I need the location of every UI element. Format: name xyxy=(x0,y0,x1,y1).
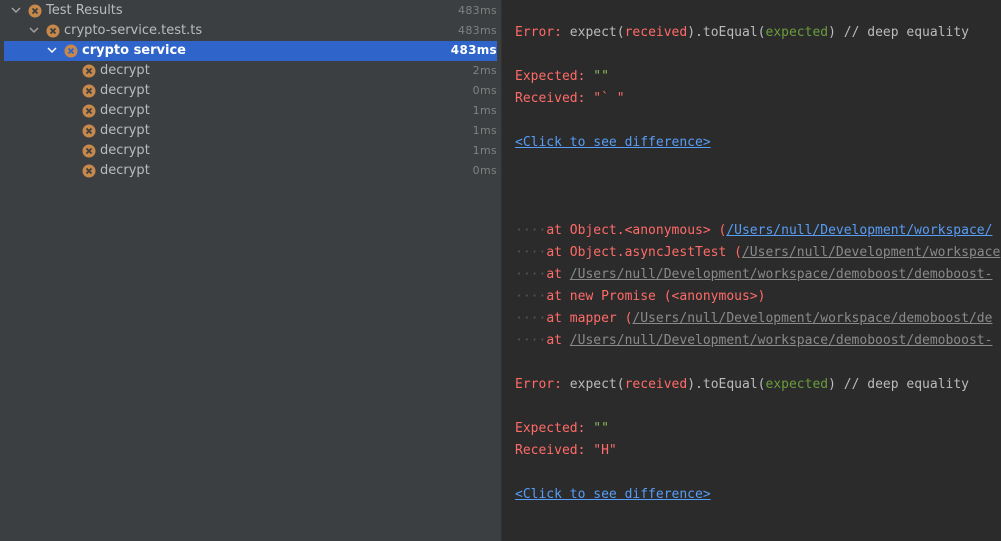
test-duration: 1ms xyxy=(472,104,497,117)
test-duration: 1ms xyxy=(472,144,497,157)
failed-test-icon xyxy=(82,144,96,158)
failed-test-icon xyxy=(82,124,96,138)
failed-test-icon xyxy=(82,164,96,178)
stack-frame: at xyxy=(546,333,570,348)
error-line: Error: expect(received).toEqual(expected… xyxy=(515,377,969,395)
tree-row-test-results[interactable]: Test Results 483ms xyxy=(4,1,497,21)
error-expected-token: expected xyxy=(765,377,829,392)
test-duration: 483ms xyxy=(458,24,497,37)
test-results-tree: Test Results 483ms crypto-service.test.t… xyxy=(0,0,502,541)
stack-path-link[interactable]: /Users/null/Development/workspace/demobo… xyxy=(570,333,993,348)
failed-test-icon xyxy=(82,104,96,118)
received-value: "H" xyxy=(593,443,617,458)
stack-line: ····at Object.asyncJestTest (/Users/null… xyxy=(515,245,1000,263)
error-code: ) // deep equality xyxy=(828,377,970,392)
error-received-token: received xyxy=(624,25,688,40)
error-code: ) // deep equality xyxy=(828,25,970,40)
test-duration: 483ms xyxy=(450,43,497,57)
tree-row-label: decrypt xyxy=(100,83,150,98)
received-line: Received: "` " xyxy=(515,91,625,109)
tree-row-test[interactable]: decrypt 0ms xyxy=(4,81,497,101)
test-duration: 1ms xyxy=(472,124,497,137)
failed-test-icon xyxy=(64,44,78,58)
stack-line: ····at /Users/null/Development/workspace… xyxy=(515,333,992,351)
expected-line: Expected: "" xyxy=(515,421,609,439)
failed-test-icon xyxy=(46,24,60,38)
indent-dots: ···· xyxy=(515,311,547,326)
chevron-down-icon[interactable] xyxy=(46,44,58,56)
test-duration: 2ms xyxy=(472,64,497,77)
indent-dots: ···· xyxy=(515,289,547,304)
error-line: Error: expect(received).toEqual(expected… xyxy=(515,25,969,43)
tree-row-label: decrypt xyxy=(100,163,150,178)
chevron-down-icon[interactable] xyxy=(10,4,22,16)
tree-row-label: crypto service xyxy=(82,43,186,58)
tree-row-label: decrypt xyxy=(100,103,150,118)
stack-line: ····at Object.<anonymous> (/Users/null/D… xyxy=(515,223,992,241)
test-duration: 483ms xyxy=(458,4,497,17)
test-duration: 0ms xyxy=(472,84,497,97)
indent-dots: ···· xyxy=(515,223,547,238)
test-duration: 0ms xyxy=(472,164,497,177)
error-received-token: received xyxy=(624,377,688,392)
failed-test-icon xyxy=(28,4,42,18)
stack-path-link[interactable]: /Users/null/Development/workspace xyxy=(742,245,1000,260)
stack-line: ····at mapper (/Users/null/Development/w… xyxy=(515,311,992,329)
chevron-down-icon[interactable] xyxy=(28,24,40,36)
expected-line: Expected: "" xyxy=(515,69,609,87)
tree-row-test[interactable]: decrypt 1ms xyxy=(4,101,497,121)
tree-row-suite[interactable]: crypto service 483ms xyxy=(4,41,497,61)
stack-frame: at Object.<anonymous> ( xyxy=(546,223,727,238)
failed-test-icon xyxy=(82,64,96,78)
stack-frame: at xyxy=(546,267,570,282)
stack-frame: at mapper ( xyxy=(546,311,633,326)
tree-row-test[interactable]: decrypt 0ms xyxy=(4,161,497,181)
stack-line: ····at /Users/null/Development/workspace… xyxy=(515,267,992,285)
failed-test-icon xyxy=(82,84,96,98)
expected-label: Expected: xyxy=(515,421,594,436)
received-line: Received: "H" xyxy=(515,443,617,461)
error-prefix: Error: xyxy=(515,377,570,392)
error-code: expect( xyxy=(569,377,625,392)
error-code: expect( xyxy=(569,25,625,40)
stack-line: ····at new Promise (<anonymous>) xyxy=(515,289,765,307)
received-label: Received: xyxy=(515,443,594,458)
tree-row-label: Test Results xyxy=(46,3,123,18)
stack-path-link[interactable]: /Users/null/Development/workspace/demobo… xyxy=(570,267,993,282)
tree-row-test[interactable]: decrypt 1ms xyxy=(4,121,497,141)
error-prefix: Error: xyxy=(515,25,570,40)
error-code: ).toEqual( xyxy=(687,25,766,40)
difference-link-text[interactable]: <Click to see difference> xyxy=(515,135,711,150)
expected-value: "" xyxy=(593,69,609,84)
indent-dots: ···· xyxy=(515,333,547,348)
difference-link-text[interactable]: <Click to see difference> xyxy=(515,487,711,502)
console-output[interactable]: Error: expect(received).toEqual(expected… xyxy=(502,0,1001,541)
tree-row-label: decrypt xyxy=(100,143,150,158)
tree-row-test[interactable]: decrypt 1ms xyxy=(4,141,497,161)
difference-link[interactable]: <Click to see difference> xyxy=(515,487,711,505)
difference-link[interactable]: <Click to see difference> xyxy=(515,135,711,153)
error-expected-token: expected xyxy=(765,25,829,40)
stack-path-link[interactable]: /Users/null/Development/workspace/ xyxy=(726,223,992,238)
stack-frame: at new Promise (<anonymous>) xyxy=(546,289,766,304)
stack-frame: at Object.asyncJestTest ( xyxy=(546,245,742,260)
received-value: "` " xyxy=(593,91,625,106)
error-code: ).toEqual( xyxy=(687,377,766,392)
stack-path-link[interactable]: /Users/null/Development/workspace/demobo… xyxy=(632,311,992,326)
indent-dots: ···· xyxy=(515,245,547,260)
received-label: Received: xyxy=(515,91,594,106)
expected-label: Expected: xyxy=(515,69,594,84)
tree-row-label: crypto-service.test.ts xyxy=(64,23,203,38)
tree-row-test[interactable]: decrypt 2ms xyxy=(4,61,497,81)
indent-dots: ···· xyxy=(515,267,547,282)
tree-row-test-file[interactable]: crypto-service.test.ts 483ms xyxy=(4,21,497,41)
tree-row-label: decrypt xyxy=(100,63,150,78)
tree-row-label: decrypt xyxy=(100,123,150,138)
expected-value: "" xyxy=(593,421,609,436)
